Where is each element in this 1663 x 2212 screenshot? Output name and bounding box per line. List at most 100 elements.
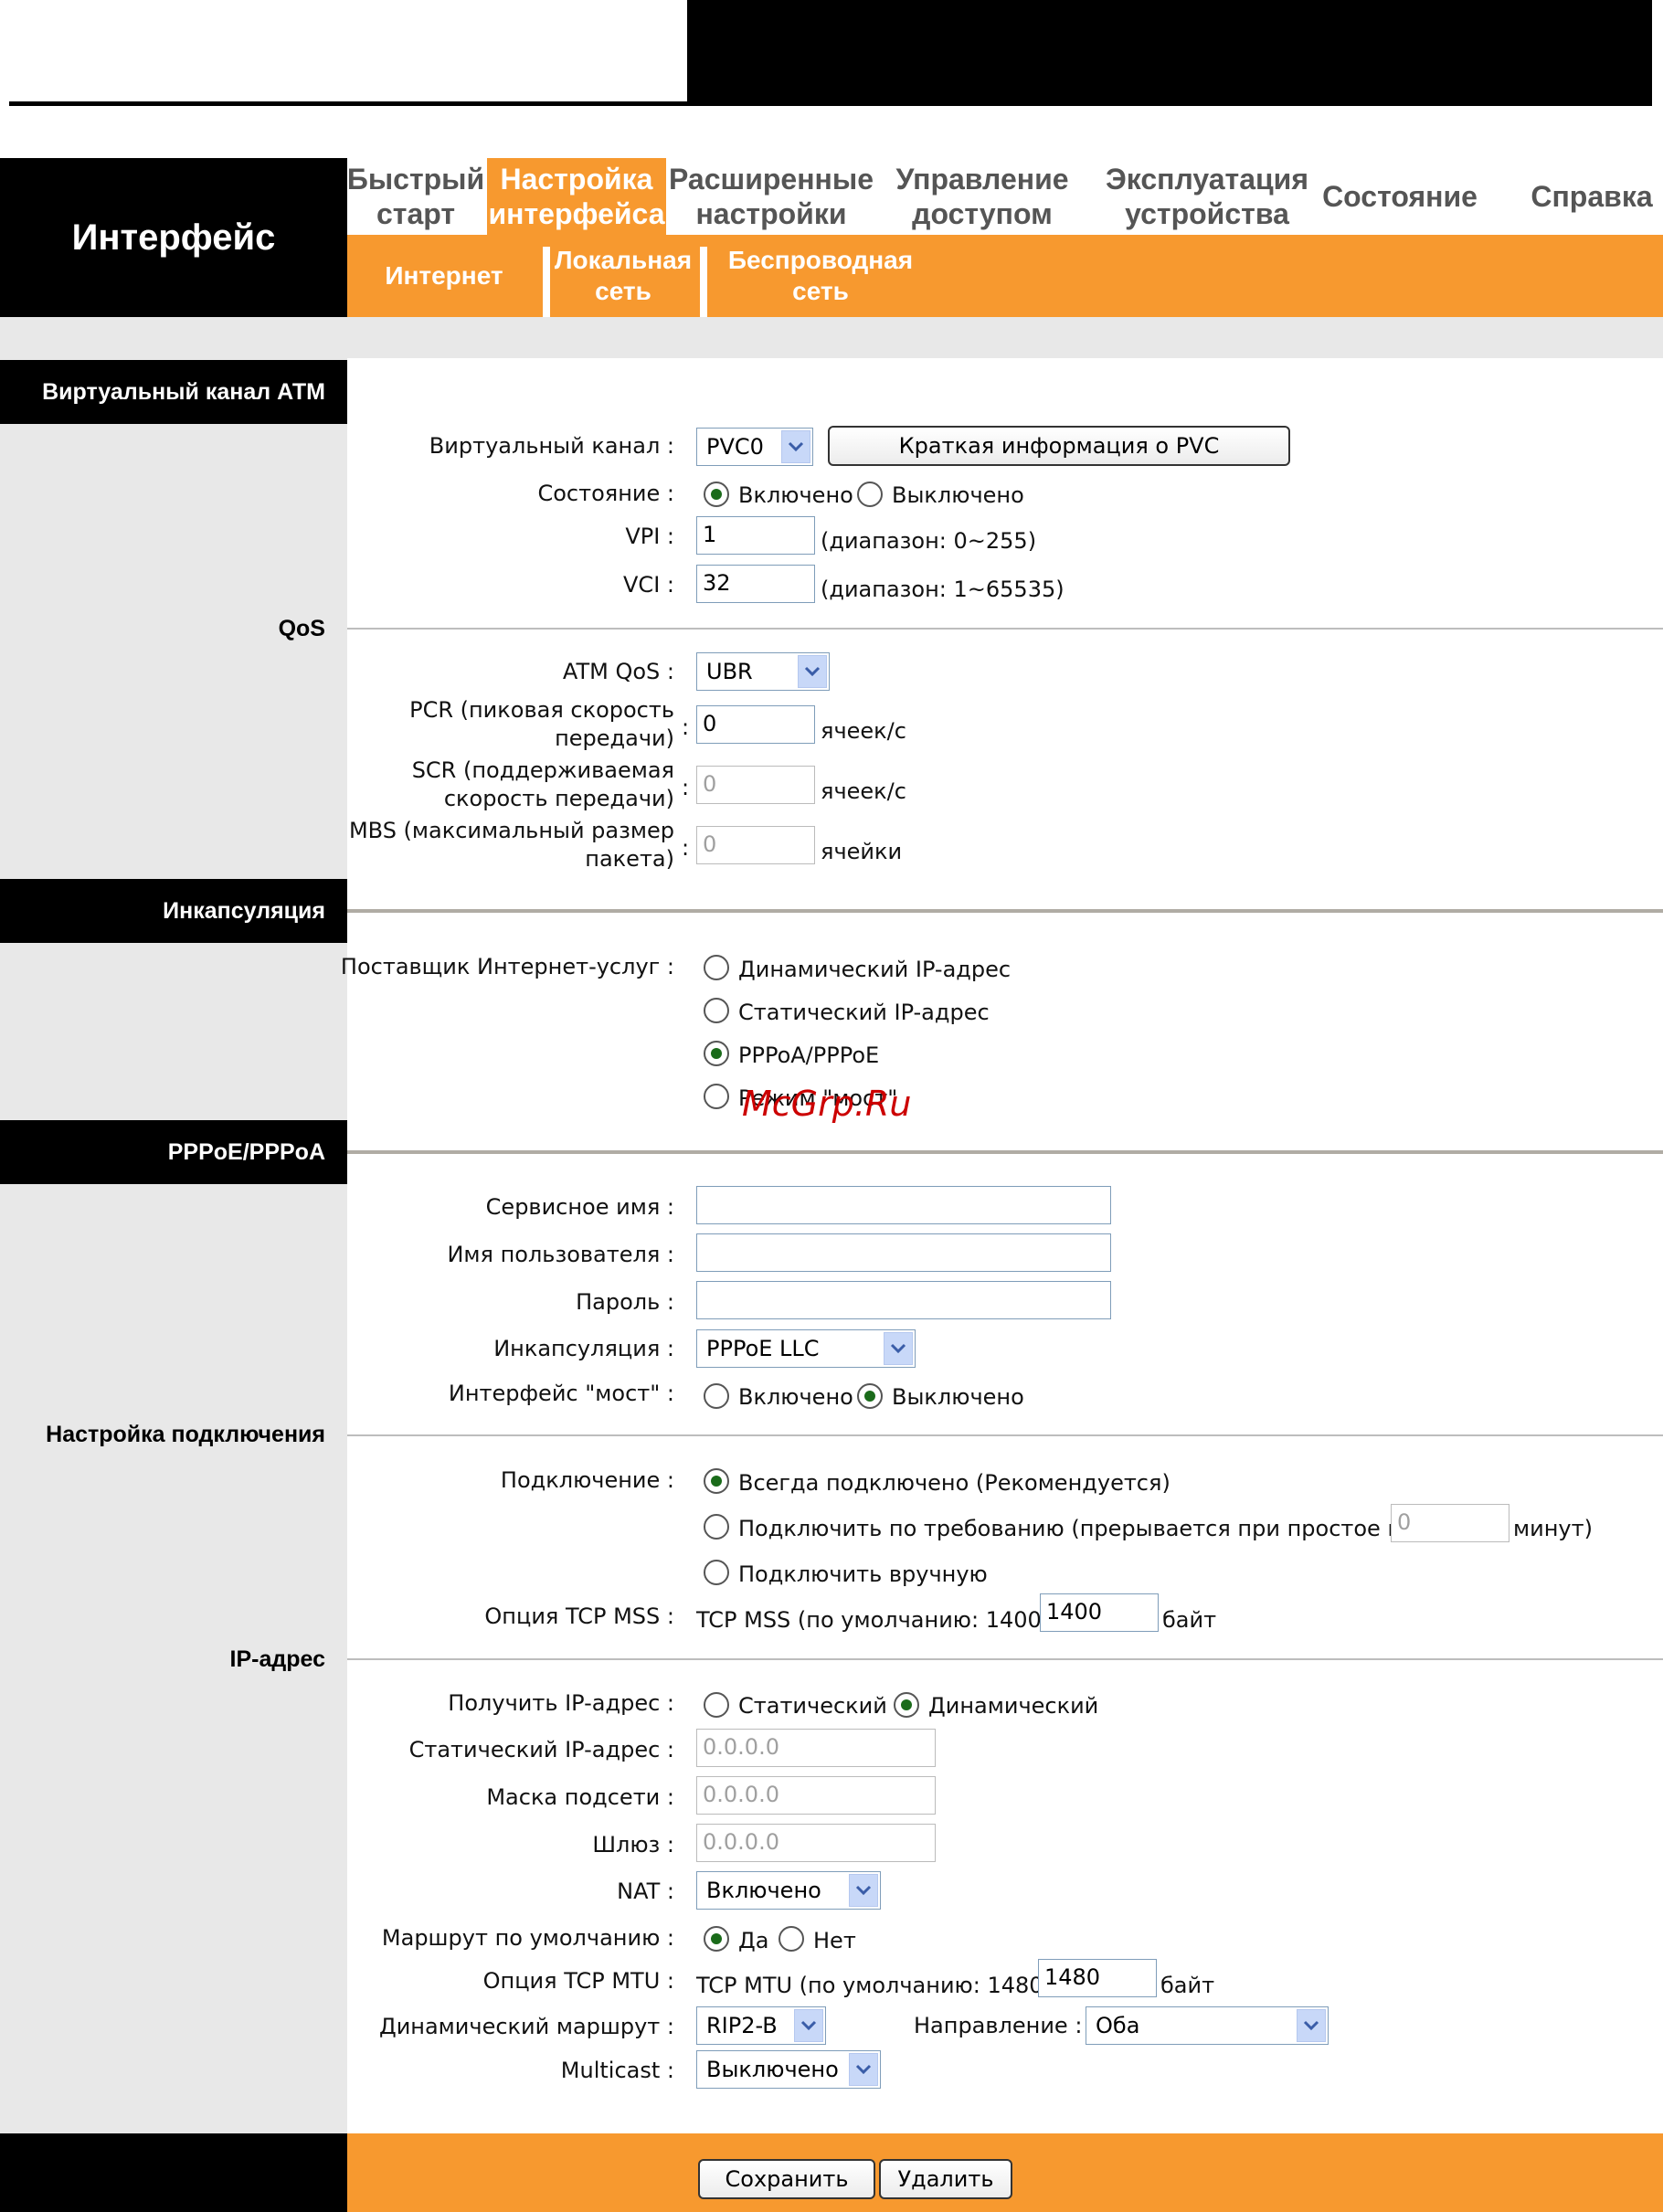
conn-ondemand-radio[interactable]: [704, 1514, 729, 1540]
tab-label: Эксплуатация: [1105, 163, 1309, 196]
subtab-separator: [543, 247, 550, 317]
static-ip-input[interactable]: 0.0.0.0: [696, 1729, 936, 1767]
divider: [347, 1150, 1663, 1154]
password-input[interactable]: [696, 1281, 1111, 1319]
save-button[interactable]: Сохранить: [698, 2159, 875, 2199]
isp-dynamic-radio[interactable]: [704, 955, 729, 980]
chevron-down-icon: [849, 1874, 878, 1907]
conn-ondemand-label: Подключить по требованию (прерывается пр…: [738, 1516, 1401, 1541]
conn-always-radio[interactable]: [704, 1468, 729, 1494]
tab-advanced-setup[interactable]: Расширенные настройки: [669, 158, 874, 235]
get-ip-label: Получить IP-адрес :: [448, 1690, 674, 1716]
vpi-label: VPI :: [625, 524, 674, 549]
dynamic-route-label: Динамический маршрут :: [378, 2014, 674, 2039]
divider: [347, 909, 1663, 913]
divider: [347, 1434, 1663, 1436]
vpi-input[interactable]: 1: [696, 516, 815, 555]
subtab-wireless[interactable]: Беспроводная сеть: [713, 235, 928, 317]
watermark: McGrp.Ru: [742, 1084, 912, 1124]
pvc-summary-button[interactable]: Краткая информация о PVC: [828, 426, 1290, 466]
vc-select[interactable]: PVC0: [696, 428, 813, 466]
status-off-radio[interactable]: [857, 482, 883, 507]
vci-input[interactable]: 32: [696, 565, 815, 603]
subtab-label: Интернет: [385, 261, 503, 290]
isp-pppoa-radio[interactable]: [704, 1041, 729, 1066]
section-ip: IP-адрес: [229, 1646, 325, 1672]
tab-maintenance[interactable]: Эксплуатация устройства: [1095, 158, 1319, 235]
isp-static-label: Статический IP-адрес: [738, 1000, 990, 1025]
multicast-select[interactable]: Выключено: [696, 2050, 881, 2089]
section-pppoe: PPPoE/PPPoA: [0, 1120, 347, 1184]
gateway-input[interactable]: 0.0.0.0: [696, 1824, 936, 1862]
atm-qos-select[interactable]: UBR: [696, 652, 830, 691]
radio-dot: [711, 1476, 722, 1487]
encap-select-value: PPPoE LLC: [706, 1336, 820, 1361]
password-label: Пароль :: [576, 1289, 674, 1315]
scr-input[interactable]: 0: [696, 766, 815, 804]
conn-always-label: Всегда подключено (Рекомендуется): [738, 1470, 1170, 1496]
conn-manual-radio[interactable]: [704, 1560, 729, 1585]
status-label: Состояние :: [537, 481, 674, 506]
tab-help[interactable]: Справка: [1520, 158, 1663, 235]
ip-static-radio[interactable]: [704, 1692, 729, 1718]
chevron-down-icon: [1297, 2009, 1326, 2042]
direction-value: Оба: [1096, 2013, 1140, 2038]
tab-interface-setup[interactable]: Настройка интерфейса: [487, 158, 666, 235]
dynamic-route-select[interactable]: RIP2-B: [696, 2006, 826, 2045]
mbs-input[interactable]: 0: [696, 826, 815, 864]
conn-manual-label: Подключить вручную: [738, 1561, 988, 1587]
nat-label: NAT :: [617, 1879, 674, 1904]
bridge-label: Интерфейс "мост" :: [448, 1381, 674, 1406]
isp-static-radio[interactable]: [704, 998, 729, 1023]
mtu-input[interactable]: 1480: [1038, 1959, 1157, 1997]
footer-left: [0, 2133, 347, 2212]
route-yes-radio[interactable]: [704, 1926, 729, 1952]
subtab-internet[interactable]: Интернет: [365, 235, 523, 317]
delete-button[interactable]: Удалить: [879, 2159, 1012, 2199]
section-connection: Настройка подключения: [46, 1422, 325, 1447]
divider: [347, 628, 1663, 630]
isp-bridge-radio[interactable]: [704, 1084, 729, 1109]
mbs-unit: ячейки: [821, 839, 903, 864]
chevron-down-icon: [798, 655, 827, 688]
mbs-label: MBS (максимальный размер пакета): [348, 818, 674, 872]
mss-unit: байт: [1162, 1607, 1217, 1633]
mtu-default: TCP MTU (по умолчанию: 1480): [696, 1973, 1052, 1998]
mss-input[interactable]: 1400: [1040, 1593, 1159, 1632]
encap-select[interactable]: PPPoE LLC: [696, 1329, 916, 1368]
status-on-radio[interactable]: [704, 482, 729, 507]
idle-unit: минут): [1513, 1516, 1593, 1541]
direction-select[interactable]: Оба: [1086, 2006, 1329, 2045]
idle-timeout-input[interactable]: 0: [1391, 1504, 1509, 1542]
bridge-off-radio[interactable]: [857, 1383, 883, 1409]
ip-dynamic-radio[interactable]: [894, 1692, 919, 1718]
default-route-label: Маршрут по умолчанию :: [381, 1925, 674, 1951]
subnet-mask-input[interactable]: 0.0.0.0: [696, 1776, 936, 1815]
isp-pppoa-label: PPPoA/PPPoE: [738, 1042, 880, 1068]
vci-range: (диапазон: 1~65535): [821, 577, 1065, 602]
tab-quick-start[interactable]: Быстрый старт: [347, 158, 484, 235]
tab-label: Расширенные: [669, 163, 874, 196]
bridge-on-label: Включено: [738, 1384, 853, 1410]
multicast-label: Multicast :: [560, 2058, 674, 2083]
tab-access-management[interactable]: Управление доступом: [879, 158, 1086, 235]
tab-status[interactable]: Состояние: [1321, 158, 1478, 235]
subtab-label: сеть: [792, 277, 849, 305]
atm-qos-value: UBR: [706, 659, 753, 684]
username-input[interactable]: [696, 1233, 1111, 1272]
atm-qos-label: ATM QoS :: [562, 659, 674, 684]
scr-label: SCR (поддерживаемая скорость передачи): [411, 757, 674, 811]
radio-dot: [711, 489, 722, 500]
service-input[interactable]: [696, 1186, 1111, 1224]
nat-select[interactable]: Включено: [696, 1871, 881, 1910]
username-label: Имя пользователя :: [447, 1242, 674, 1267]
direction-label: Направление :: [914, 2013, 1083, 2038]
route-no-radio[interactable]: [779, 1926, 804, 1952]
tab-label: Быстрый: [346, 163, 485, 196]
route-no-label: Нет: [813, 1928, 856, 1953]
tab-label: настройки: [695, 197, 847, 230]
bridge-on-radio[interactable]: [704, 1383, 729, 1409]
pcr-input[interactable]: 0: [696, 705, 815, 744]
nat-select-value: Включено: [706, 1878, 821, 1903]
subtab-lan[interactable]: Локальная сеть: [552, 235, 694, 317]
